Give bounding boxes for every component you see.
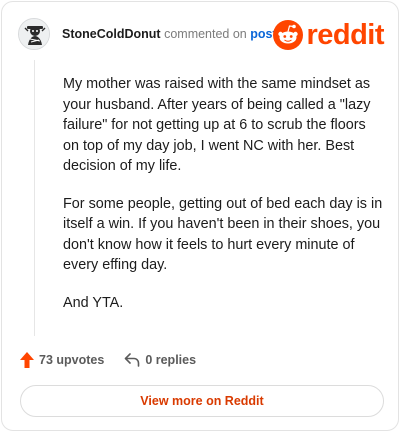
- comment-paragraph: And YTA.: [63, 294, 124, 311]
- username-link[interactable]: StoneColdDonut: [62, 27, 161, 41]
- action-text: commented on: [164, 27, 247, 41]
- comment-meta: StoneColdDonut commented on post: [62, 27, 277, 41]
- comment-actions: 73 upvotes 0 replies: [20, 350, 196, 370]
- reddit-snoo-icon: [273, 20, 304, 50]
- reddit-wordmark: reddit: [306, 18, 384, 51]
- comment-header: StoneColdDonut commented on post reddit: [18, 18, 384, 52]
- reddit-logo[interactable]: reddit: [273, 18, 384, 52]
- reply-arrow-icon: [125, 353, 140, 367]
- avatar-image-icon: [19, 19, 49, 49]
- reply-count: 0 replies: [145, 353, 197, 367]
- comment-embed-card: StoneColdDonut commented on post reddit …: [1, 1, 399, 431]
- comment-paragraph: For some people, getting out of bed each…: [63, 195, 383, 274]
- comment-body: My mother was raised with the same minds…: [63, 74, 383, 330]
- upvote-button[interactable]: 73 upvotes: [20, 352, 104, 368]
- thread-line: [34, 60, 35, 336]
- replies-button[interactable]: 0 replies: [124, 353, 196, 367]
- comment-paragraph: My mother was raised with the same minds…: [63, 76, 371, 174]
- upvote-arrow-icon: [20, 352, 34, 368]
- avatar[interactable]: [18, 18, 50, 50]
- view-more-button[interactable]: View more on Reddit: [20, 385, 384, 417]
- upvote-count: 73 upvotes: [39, 353, 105, 367]
